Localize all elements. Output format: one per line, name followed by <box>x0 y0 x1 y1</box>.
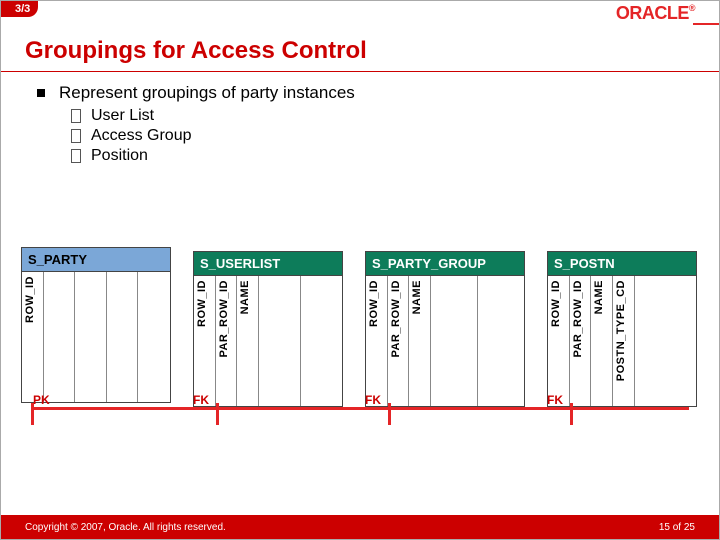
tables-area: S_PARTY ROW_ID S_USERLIST ROW_ID PAR_ROW… <box>21 247 699 417</box>
slide-counter-tab: 3/3 <box>1 1 38 17</box>
slide: 3/3 ORACLE® Groupings for Access Control… <box>0 0 720 540</box>
page-title: Groupings for Access Control <box>25 37 367 65</box>
col: PAR_ROW_ID <box>216 276 238 406</box>
page-number: 15 of 25 <box>659 522 695 533</box>
bullet-box-icon <box>71 129 81 143</box>
fk-connector-v <box>570 403 573 425</box>
fk-label: FK <box>547 393 563 407</box>
col: ROW_ID <box>22 272 44 402</box>
fk-label: FK <box>193 393 209 407</box>
oracle-logo: ORACLE® <box>616 3 695 24</box>
col <box>635 276 696 406</box>
sub-bullet: User List <box>71 107 355 125</box>
col-label: ROW_ID <box>368 280 380 327</box>
col-label: NAME <box>411 280 423 314</box>
col <box>138 272 170 402</box>
col: ROW_ID <box>194 276 216 406</box>
col: PAR_ROW_ID <box>570 276 592 406</box>
copyright: Copyright © 2007, Oracle. All rights res… <box>25 522 226 533</box>
title-underline <box>1 71 719 72</box>
bullet-list: Represent groupings of party instances U… <box>37 83 355 167</box>
logo-reg: ® <box>689 3 695 13</box>
col: NAME <box>409 276 431 406</box>
col <box>431 276 477 406</box>
table-s-userlist: S_USERLIST ROW_ID PAR_ROW_ID NAME <box>193 251 343 407</box>
fk-label: FK <box>365 393 381 407</box>
col <box>259 276 300 406</box>
table-header: S_PARTY_GROUP <box>366 252 524 276</box>
fk-connector-v <box>388 403 391 425</box>
col: PAR_ROW_ID <box>388 276 410 406</box>
col-label: NAME <box>593 280 605 314</box>
col: NAME <box>591 276 613 406</box>
col-label: PAR_ROW_ID <box>218 280 230 358</box>
sub-bullet-label: Access Group <box>91 127 191 145</box>
col-label: PAR_ROW_ID <box>572 280 584 358</box>
col-label: NAME <box>239 280 251 314</box>
table-header: S_PARTY <box>22 248 170 272</box>
col: NAME <box>237 276 259 406</box>
col: ROW_ID <box>548 276 570 406</box>
sub-bullet-label: User List <box>91 107 154 125</box>
footer: Copyright © 2007, Oracle. All rights res… <box>1 515 719 539</box>
bullet-box-icon <box>71 149 81 163</box>
col: ROW_ID <box>366 276 388 406</box>
col <box>478 276 524 406</box>
accent-line <box>693 23 719 25</box>
col: POSTN_TYPE_CD <box>613 276 635 406</box>
sub-bullet: Access Group <box>71 127 355 145</box>
col-label: ROW_ID <box>196 280 208 327</box>
col-label: ROW_ID <box>24 276 36 323</box>
bullet-box-icon <box>71 109 81 123</box>
col-label: PAR_ROW_ID <box>390 280 402 358</box>
table-s-party-group: S_PARTY_GROUP ROW_ID PAR_ROW_ID NAME <box>365 251 525 407</box>
fk-connector-line <box>31 407 689 410</box>
table-s-party: S_PARTY ROW_ID <box>21 247 171 403</box>
col <box>44 272 76 402</box>
col <box>107 272 139 402</box>
col-label: ROW_ID <box>550 280 562 327</box>
logo-text: ORACLE <box>616 3 689 23</box>
topbar: 3/3 ORACLE® <box>1 1 719 21</box>
col-label: POSTN_TYPE_CD <box>615 280 627 381</box>
table-header: S_POSTN <box>548 252 696 276</box>
bullet-main: Represent groupings of party instances <box>37 83 355 103</box>
pk-label: PK <box>33 393 50 407</box>
col <box>301 276 342 406</box>
fk-connector-v <box>216 403 219 425</box>
sub-bullet-label: Position <box>91 147 148 165</box>
table-header: S_USERLIST <box>194 252 342 276</box>
sub-bullet: Position <box>71 147 355 165</box>
table-s-postn: S_POSTN ROW_ID PAR_ROW_ID NAME POSTN_TYP… <box>547 251 697 407</box>
col <box>75 272 107 402</box>
